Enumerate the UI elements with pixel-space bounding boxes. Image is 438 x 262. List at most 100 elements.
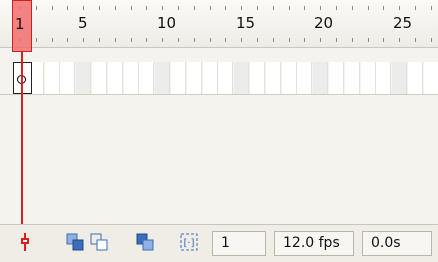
ruler-tick: [162, 38, 163, 42]
timeline-toolbar: [·] 1 12.0 fps 0.0s: [0, 224, 438, 262]
ruler-tick: [304, 6, 305, 10]
playhead[interactable]: 1: [12, 0, 32, 52]
ruler-tick: [431, 6, 432, 10]
frame-rate-field[interactable]: 12.0 fps: [274, 231, 354, 256]
ruler-tick: [115, 38, 116, 42]
frame-cell[interactable]: [329, 62, 344, 94]
frame-cell[interactable]: [92, 62, 107, 94]
ruler-tick: [67, 38, 68, 42]
frame-row-divider: [0, 94, 438, 95]
ruler-tick: [320, 38, 321, 42]
frame-cell[interactable]: [155, 62, 170, 94]
ruler-tick: [273, 6, 274, 10]
frame-cell[interactable]: [45, 62, 60, 94]
ruler-tick: [383, 38, 384, 42]
frame-cell[interactable]: [187, 62, 202, 94]
ruler-tick: [115, 6, 116, 10]
frame-cell[interactable]: [124, 62, 139, 94]
ruler-tick: [36, 38, 37, 42]
frame-cell[interactable]: [203, 62, 218, 94]
ruler-tick: [383, 6, 384, 10]
ruler-tick: [99, 6, 100, 10]
ruler-tick: [352, 6, 353, 10]
frame-cell[interactable]: [108, 62, 123, 94]
current-frame-field[interactable]: 1: [212, 231, 266, 256]
ruler-tick: [289, 6, 290, 10]
ruler-tick: [83, 38, 84, 42]
ruler-tick: [399, 6, 400, 10]
ruler-tick: [210, 6, 211, 10]
frame-cell[interactable]: [361, 62, 376, 94]
ruler-tick: [241, 6, 242, 10]
frame-cell[interactable]: [171, 62, 186, 94]
ruler-tick: [415, 38, 416, 42]
frame-cell[interactable]: [266, 62, 281, 94]
ruler-tick: [368, 38, 369, 42]
ruler-tick: [336, 6, 337, 10]
ruler-tick: [352, 38, 353, 42]
ruler-tick: [225, 38, 226, 42]
ruler-tick: [431, 38, 432, 42]
ruler-tick: [52, 6, 53, 10]
ruler-tick: [146, 6, 147, 10]
frame-cell[interactable]: [218, 62, 233, 94]
frame-cell[interactable]: [424, 62, 438, 94]
center-frame-icon: [21, 233, 29, 251]
ruler-tick: [83, 6, 84, 10]
frame-cell[interactable]: [297, 62, 312, 94]
modify-onion-markers-button[interactable]: [·]: [178, 231, 200, 253]
onion-skin-outlines-button[interactable]: [88, 231, 110, 253]
modify-onion-markers-icon: [·]: [180, 233, 198, 251]
frame-cell[interactable]: [408, 62, 423, 94]
frame-cell[interactable]: [76, 62, 91, 94]
ruler-tick: [146, 38, 147, 42]
ruler-tick: [273, 38, 274, 42]
ruler-tick: [225, 6, 226, 10]
ruler-tick: [131, 38, 132, 42]
center-frame-button[interactable]: [14, 231, 36, 253]
ruler-tick: [194, 6, 195, 10]
playhead-line: [21, 52, 23, 224]
onion-skin-button[interactable]: [64, 231, 86, 253]
ruler-tick: [241, 38, 242, 42]
ruler-label-15: 15: [236, 14, 256, 32]
ruler-tick: [194, 38, 195, 42]
frame-cell[interactable]: [376, 62, 391, 94]
frame-cell[interactable]: [250, 62, 265, 94]
ruler-tick: [162, 6, 163, 10]
ruler-tick: [178, 6, 179, 10]
onion-skin-outlines-icon: [90, 233, 108, 251]
frame-cell[interactable]: [60, 62, 75, 94]
frame-cell[interactable]: [392, 62, 407, 94]
ruler-tick: [210, 38, 211, 42]
edit-multiple-frames-icon: [136, 233, 154, 251]
ruler-tick: [67, 6, 68, 10]
frame-cell[interactable]: [313, 62, 328, 94]
frame-cell[interactable]: [139, 62, 154, 94]
ruler-tick: [99, 38, 100, 42]
timeline-panel: 5 10 15 20 25 1 [·] 1 12.0 fps 0.0s: [0, 0, 438, 262]
ruler-tick: [336, 38, 337, 42]
ruler-label-5: 5: [78, 14, 88, 32]
ruler-label-20: 20: [314, 14, 334, 32]
edit-multiple-frames-button[interactable]: [134, 231, 156, 253]
ruler-tick: [36, 6, 37, 10]
ruler-tick: [320, 6, 321, 10]
ruler-tick: [257, 38, 258, 42]
frame-cell[interactable]: [282, 62, 297, 94]
ruler-tick: [415, 6, 416, 10]
onion-skin-icon: [66, 233, 84, 251]
elapsed-time-field: 0.0s: [362, 231, 432, 256]
ruler-label-10: 10: [157, 14, 177, 32]
frame-cell[interactable]: [234, 62, 249, 94]
ruler-tick: [289, 38, 290, 42]
ruler-tick: [52, 38, 53, 42]
ruler-tick: [399, 38, 400, 42]
ruler-tick: [178, 38, 179, 42]
ruler-tick: [131, 6, 132, 10]
ruler-tick: [304, 38, 305, 42]
frame-ruler[interactable]: 5 10 15 20 25: [0, 0, 438, 48]
frame-cell[interactable]: [345, 62, 360, 94]
layer-frame-row[interactable]: [0, 62, 438, 94]
ruler-label-25: 25: [393, 14, 413, 32]
